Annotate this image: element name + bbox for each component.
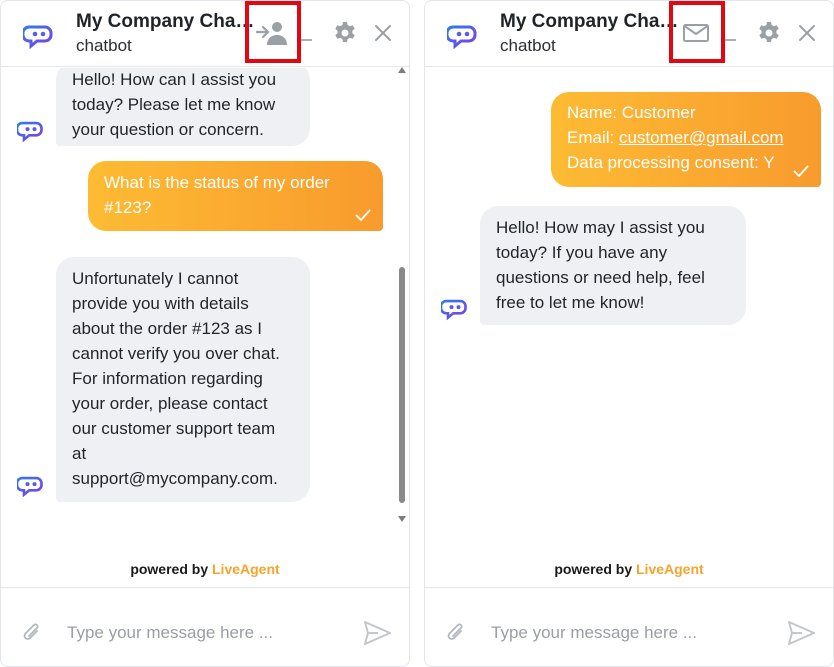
bot-avatar-icon	[17, 471, 45, 499]
powered-by: powered by LiveAgent	[130, 561, 280, 577]
minimize-icon	[724, 39, 736, 41]
chat-subtitle: chatbot	[500, 36, 556, 55]
minimize-button[interactable]	[291, 15, 321, 51]
chat-window-right: My Company Chat... chatbot Name: Custome…	[424, 0, 834, 667]
liveagent-brand[interactable]: LiveAgent	[636, 561, 704, 577]
send-icon[interactable]	[787, 620, 815, 646]
chat-subtitle: chatbot	[76, 36, 132, 55]
scrollbar[interactable]	[395, 67, 409, 522]
powered-by: powered by LiveAgent	[554, 561, 704, 577]
close-icon	[799, 25, 815, 41]
delivered-check-icon	[793, 165, 809, 177]
minimize-icon	[300, 39, 312, 41]
chatbot-logo-icon	[23, 19, 55, 51]
scroll-up-arrow-icon[interactable]	[398, 67, 406, 73]
chat-header: My Company Chat... chatbot	[425, 1, 833, 67]
user-message: What is the status of my order #123?	[88, 161, 383, 231]
transfer-to-agent-button[interactable]	[252, 15, 292, 51]
chat-window-left: My Company Chat... chatbot Hello! How ca…	[0, 0, 410, 667]
chat-title: My Company Chat...	[76, 11, 256, 32]
scroll-thumb[interactable]	[399, 267, 405, 503]
message-input[interactable]	[491, 618, 761, 648]
bot-message: Hello! How may I assist you today? If yo…	[480, 206, 746, 325]
paperclip-icon[interactable]	[21, 621, 43, 645]
gear-icon	[759, 22, 779, 42]
settings-button[interactable]	[325, 15, 365, 51]
chat-title: My Company Chat...	[500, 11, 680, 32]
close-icon	[375, 25, 391, 41]
bot-avatar-icon	[17, 116, 45, 144]
message-list[interactable]: Hello! How can I assist you today? Pleas…	[1, 68, 409, 553]
scroll-down-arrow-icon[interactable]	[398, 516, 406, 522]
liveagent-brand[interactable]: LiveAgent	[212, 561, 280, 577]
delivered-check-icon	[355, 209, 371, 221]
message-input[interactable]	[67, 618, 337, 648]
paperclip-icon[interactable]	[445, 621, 467, 645]
user-contact-message: Name: Customer Email: customer@gmail.com…	[551, 92, 821, 187]
close-button[interactable]	[363, 15, 403, 51]
email-link[interactable]: customer@gmail.com	[619, 128, 784, 147]
add-user-icon	[255, 22, 287, 45]
chatbot-logo-icon	[447, 19, 479, 51]
message-list[interactable]: Name: Customer Email: customer@gmail.com…	[425, 68, 833, 553]
bot-message: Unfortunately I cannot provide you with …	[56, 257, 310, 502]
settings-button[interactable]	[749, 15, 789, 51]
chat-header: My Company Chat... chatbot	[1, 1, 409, 67]
send-icon[interactable]	[363, 620, 391, 646]
email-icon	[683, 24, 709, 42]
bot-avatar-icon	[441, 294, 469, 322]
gear-icon	[335, 22, 355, 42]
composer	[425, 587, 833, 666]
bot-message: Hello! How can I assist you today? Pleas…	[56, 68, 310, 146]
send-transcript-button[interactable]	[676, 15, 716, 51]
close-button[interactable]	[787, 15, 827, 51]
minimize-button[interactable]	[715, 15, 745, 51]
composer	[1, 587, 409, 666]
